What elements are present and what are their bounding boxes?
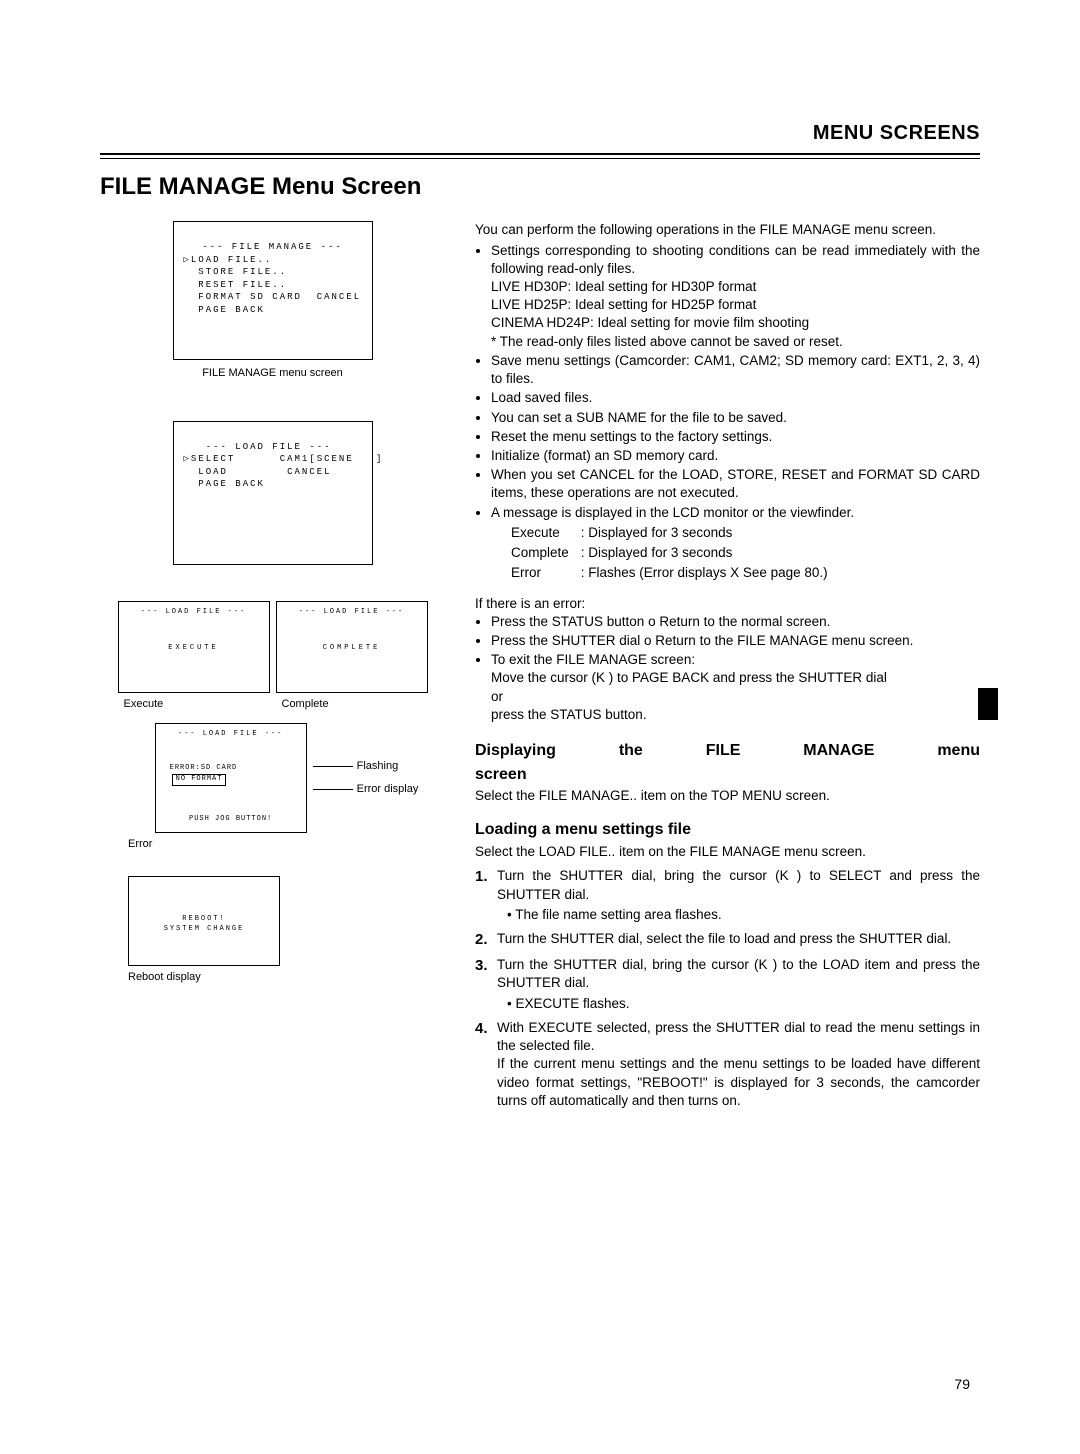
- bullet-reset: Reset the menu settings to the factory s…: [491, 428, 980, 446]
- file-manage-caption: FILE MANAGE menu screen: [100, 366, 445, 381]
- reboot-screen: REBOOT! SYSTEM CHANGE: [128, 876, 280, 966]
- error-callouts: Flashing Error display: [313, 723, 419, 797]
- execute-screen: --- LOAD FILE --- EXECUTE: [118, 601, 270, 693]
- err-bullet-status: Press the STATUS button o Return to the …: [491, 613, 980, 631]
- step-1: 1. Turn the SHUTTER dial, bring the curs…: [475, 867, 980, 924]
- rule-thick: [100, 153, 980, 155]
- intro-text: You can perform the following operations…: [475, 221, 980, 239]
- bullet-readonly: Settings corresponding to shooting condi…: [491, 242, 980, 351]
- error-caption: Error: [128, 837, 445, 852]
- err-bullet-shutter: Press the SHUTTER dial o Return to the F…: [491, 632, 980, 650]
- bullet-subname: You can set a SUB NAME for the file to b…: [491, 409, 980, 427]
- complete-screen: --- LOAD FILE --- COMPLETE: [276, 601, 428, 693]
- reboot-caption: Reboot display: [128, 970, 445, 985]
- step-4: 4. With EXECUTE selected, press the SHUT…: [475, 1019, 980, 1110]
- bullet-load: Load saved files.: [491, 389, 980, 407]
- display-body: Select the FILE MANAGE.. item on the TOP…: [475, 787, 980, 805]
- rule-thin: [100, 158, 980, 159]
- bullet-exit: To exit the FILE MANAGE screen: Move the…: [491, 651, 980, 724]
- step-2: 2. Turn the SHUTTER dial, select the fil…: [475, 930, 980, 950]
- complete-caption: Complete: [276, 697, 428, 712]
- section-header: MENU SCREENS: [100, 120, 980, 147]
- bullet-format: Initialize (format) an SD memory card.: [491, 447, 980, 465]
- load-body: Select the LOAD FILE.. item on the FILE …: [475, 843, 980, 861]
- page-number: 79: [954, 1375, 970, 1394]
- bullet-save: Save menu settings (Camcorder: CAM1, CAM…: [491, 352, 980, 388]
- file-manage-screen: --- FILE MANAGE ---▷LOAD FILE.. STORE FI…: [173, 221, 373, 360]
- load-file-screen: --- LOAD FILE ---▷SELECT CAM1[SCENE ] LO…: [173, 421, 373, 565]
- load-heading: Loading a menu settings file: [475, 819, 980, 841]
- page-title: FILE MANAGE Menu Screen: [100, 171, 980, 203]
- bullet-message: A message is displayed in the LCD monito…: [491, 504, 980, 585]
- right-column: You can perform the following operations…: [475, 221, 980, 1110]
- execute-caption: Execute: [118, 697, 270, 712]
- display-heading: DisplayingtheFILEMANAGEmenu: [475, 740, 980, 762]
- step-3: 3. Turn the SHUTTER dial, bring the curs…: [475, 956, 980, 1013]
- bullet-cancel: When you set CANCEL for the LOAD, STORE,…: [491, 466, 980, 502]
- error-heading: If there is an error:: [475, 595, 980, 613]
- left-column: --- FILE MANAGE ---▷LOAD FILE.. STORE FI…: [100, 221, 445, 1110]
- thumb-tab: [978, 688, 998, 720]
- error-screen: --- LOAD FILE --- ERROR:SD CARD NO FORMA…: [155, 723, 307, 833]
